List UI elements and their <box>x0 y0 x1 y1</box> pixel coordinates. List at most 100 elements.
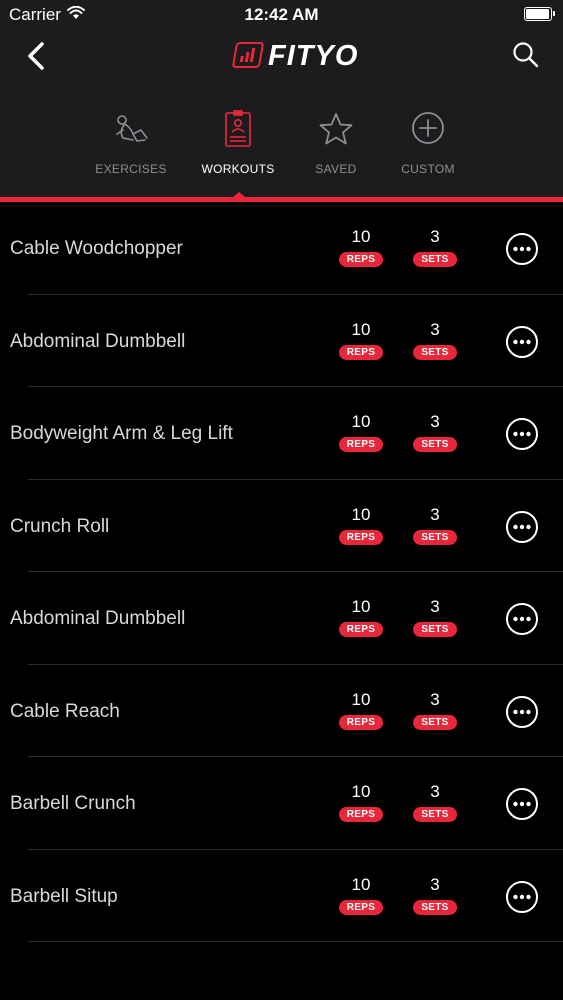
more-options-button[interactable] <box>505 880 539 914</box>
sets-badge: SETS <box>413 529 457 545</box>
chevron-left-icon <box>28 42 44 70</box>
sets-value: 3 <box>430 689 440 709</box>
logo-text: FITYO <box>268 40 359 72</box>
sets-badge: SETS <box>413 899 457 915</box>
star-icon <box>319 113 353 145</box>
ellipsis-circle-icon <box>506 233 538 265</box>
header: Carrier 12:42 AM FITYO EXERCISES WORKOUT… <box>0 0 563 197</box>
reps-value: 10 <box>351 504 371 524</box>
reps-stat: 10 REPS <box>333 596 389 637</box>
search-button[interactable] <box>511 40 541 70</box>
tab-label: SAVED <box>315 162 357 176</box>
app-logo: FITYO <box>231 40 357 72</box>
tab-label: EXERCISES <box>95 162 167 176</box>
logo-mark-icon <box>231 42 265 68</box>
tab-workouts[interactable]: WORKOUTS <box>188 100 288 190</box>
ellipsis-circle-icon <box>506 880 538 913</box>
sets-value: 3 <box>430 227 440 246</box>
sets-value: 3 <box>430 412 440 431</box>
workout-name: Bodyweight Arm & Leg Lift <box>10 423 233 444</box>
sets-badge: SETS <box>413 344 457 360</box>
reps-badge: REPS <box>338 344 384 360</box>
workout-list: Cable Woodchopper 10 REPS 3 SETS Abdominal Du… <box>0 202 563 942</box>
list-item[interactable]: Cable Reach 10 REPS 3 SETS <box>0 665 563 757</box>
reps-badge: REPS <box>338 622 384 637</box>
reps-value: 10 <box>351 597 371 616</box>
sets-stat: 3 SETS <box>407 689 463 730</box>
sets-badge: SETS <box>413 714 457 730</box>
ellipsis-circle-icon <box>506 603 538 635</box>
more-options-button[interactable] <box>505 325 539 359</box>
ellipsis-circle-icon <box>506 788 538 820</box>
list-item[interactable]: Crunch Roll 10 REPS 3 SETS <box>0 480 563 572</box>
list-item[interactable]: Barbell Crunch 10 REPS 3 SETS <box>0 757 563 850</box>
situp-icon <box>116 115 148 142</box>
workout-name: Crunch Roll <box>10 515 110 537</box>
reps-stat: 10 REPS <box>333 781 389 822</box>
ellipsis-circle-icon <box>506 325 538 358</box>
reps-badge: REPS <box>338 252 384 267</box>
reps-badge: REPS <box>338 899 384 915</box>
sets-value: 3 <box>430 782 440 801</box>
more-options-button[interactable] <box>505 510 539 544</box>
sets-badge: SETS <box>413 807 457 822</box>
back-button[interactable] <box>20 38 54 74</box>
row-separator <box>28 941 563 942</box>
list-item[interactable]: Bodyweight Arm & Leg Lift 10 REPS 3 SETS <box>0 387 563 480</box>
reps-value: 10 <box>351 227 371 246</box>
search-icon <box>513 42 539 68</box>
tab-saved[interactable]: SAVED <box>286 100 386 190</box>
tab-label: WORKOUTS <box>201 162 275 176</box>
reps-value: 10 <box>351 874 371 894</box>
workout-name: Barbell Situp <box>10 885 118 907</box>
sets-value: 3 <box>430 597 440 616</box>
reps-stat: 10 REPS <box>333 874 389 915</box>
sets-stat: 3 SETS <box>407 319 463 360</box>
list-item[interactable]: Barbell Situp 10 REPS 3 SETS <box>0 850 563 942</box>
sets-badge: SETS <box>413 437 457 452</box>
reps-stat: 10 REPS <box>333 411 389 452</box>
reps-stat: 10 REPS <box>333 689 389 730</box>
reps-stat: 10 REPS <box>333 226 389 267</box>
tab-exercises[interactable]: EXERCISES <box>81 100 181 190</box>
more-options-button[interactable] <box>505 232 539 266</box>
workout-name: Abdominal Dumbbell <box>10 330 186 352</box>
workout-name: Barbell Crunch <box>10 793 136 814</box>
clipboard-icon <box>225 110 251 147</box>
more-options-button[interactable] <box>505 695 539 729</box>
reps-value: 10 <box>351 412 371 431</box>
sets-stat: 3 SETS <box>407 504 463 545</box>
sets-stat: 3 SETS <box>407 596 463 637</box>
plus-circle-icon <box>412 112 444 144</box>
list-item[interactable]: Abdominal Dumbbell 10 REPS 3 SETS <box>0 295 563 387</box>
more-options-button[interactable] <box>505 417 539 451</box>
more-options-button[interactable] <box>505 787 539 821</box>
reps-value: 10 <box>351 689 371 709</box>
reps-badge: REPS <box>338 807 384 822</box>
reps-badge: REPS <box>338 437 384 452</box>
tab-custom[interactable]: CUSTOM <box>378 100 478 190</box>
ellipsis-circle-icon <box>506 418 538 450</box>
tab-bar: EXERCISES WORKOUTS SAVED CUSTOM <box>0 100 563 197</box>
status-bar: Carrier 12:42 AM <box>0 0 563 30</box>
reps-stat: 10 REPS <box>333 319 389 360</box>
workout-name: Cable Reach <box>10 700 120 722</box>
sets-stat: 3 SETS <box>407 781 463 822</box>
tab-label: CUSTOM <box>401 162 455 176</box>
sets-value: 3 <box>430 319 440 339</box>
reps-value: 10 <box>351 782 371 801</box>
sets-stat: 3 SETS <box>407 226 463 267</box>
sets-value: 3 <box>430 874 440 894</box>
reps-badge: REPS <box>338 529 384 545</box>
reps-stat: 10 REPS <box>333 504 389 545</box>
more-options-button[interactable] <box>505 602 539 636</box>
ellipsis-circle-icon <box>506 695 538 728</box>
status-time: 12:42 AM <box>244 5 319 24</box>
reps-badge: REPS <box>338 714 384 730</box>
sets-stat: 3 SETS <box>407 874 463 915</box>
sets-value: 3 <box>430 504 440 524</box>
reps-value: 10 <box>351 319 371 339</box>
list-item[interactable]: Abdominal Dumbbell 10 REPS 3 SETS <box>0 572 563 665</box>
sets-stat: 3 SETS <box>407 411 463 452</box>
list-item[interactable]: Cable Woodchopper 10 REPS 3 SETS <box>0 202 563 295</box>
